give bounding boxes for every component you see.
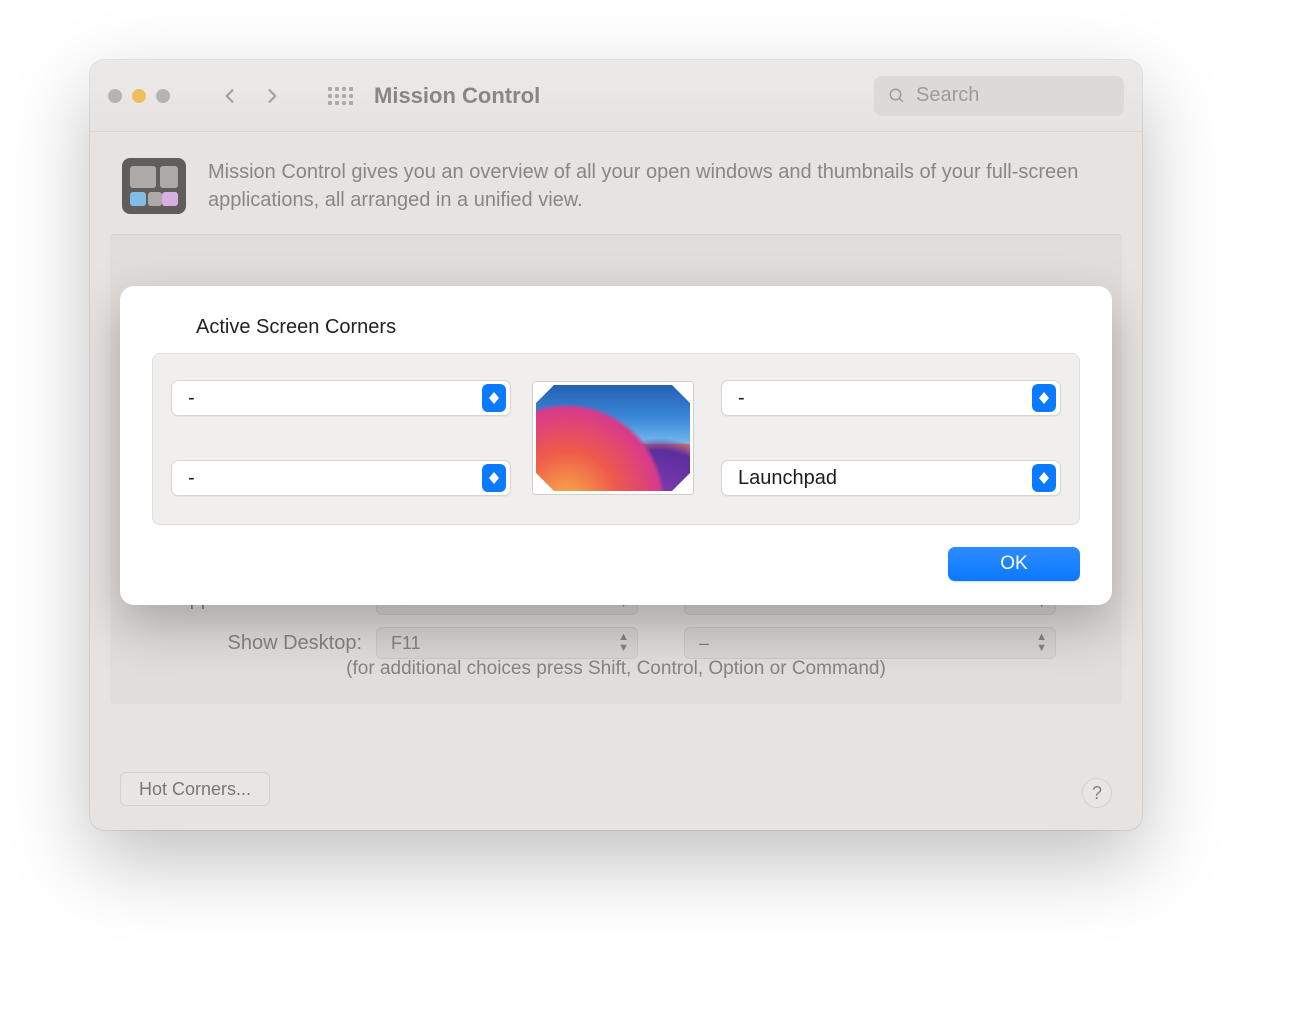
- corner-marker-icon: [672, 473, 690, 491]
- window-title: Mission Control: [374, 83, 540, 109]
- pane-description: Mission Control gives you an overview of…: [208, 158, 1110, 214]
- chevron-updown-icon: [1032, 464, 1056, 492]
- corner-marker-icon: [672, 385, 690, 403]
- search-icon: [888, 87, 906, 105]
- screen-preview: [533, 382, 693, 494]
- chevron-updown-icon: [1032, 384, 1056, 412]
- pane-header: Mission Control gives you an overview of…: [90, 132, 1142, 234]
- corner-marker-icon: [536, 385, 554, 403]
- close-window-button[interactable]: [108, 89, 122, 103]
- search-placeholder: Search: [916, 84, 979, 107]
- shortcut-hint: (for additional choices press Shift, Con…: [110, 658, 1122, 680]
- corner-marker-icon: [536, 473, 554, 491]
- forward-button[interactable]: [258, 82, 286, 110]
- window-controls: [108, 89, 170, 103]
- show-desktop-secondary-select[interactable]: – ▲▼: [684, 627, 1056, 659]
- search-field[interactable]: Search: [874, 76, 1124, 116]
- chevron-updown-icon: ▲▼: [1036, 632, 1047, 654]
- bottom-left-corner-select[interactable]: -: [171, 460, 511, 496]
- chevron-updown-icon: [482, 384, 506, 412]
- mission-control-icon: [122, 158, 186, 214]
- ok-button[interactable]: OK: [948, 547, 1080, 581]
- preferences-window: Mission Control Search Mission Control g…: [90, 60, 1142, 830]
- minimize-window-button[interactable]: [132, 89, 146, 103]
- show-desktop-label: Show Desktop:: [132, 632, 362, 655]
- help-button[interactable]: ?: [1082, 778, 1112, 808]
- show-all-prefs-icon[interactable]: [328, 84, 352, 108]
- chevron-updown-icon: [482, 464, 506, 492]
- corners-grid: - - -: [152, 353, 1080, 525]
- top-left-corner-select[interactable]: -: [171, 380, 511, 416]
- titlebar: Mission Control Search: [90, 60, 1142, 132]
- bottom-right-corner-select[interactable]: Launchpad: [721, 460, 1061, 496]
- show-desktop-key-select[interactable]: F11 ▲▼: [376, 627, 638, 659]
- hot-corners-sheet: Active Screen Corners - -: [120, 286, 1112, 605]
- hot-corners-button[interactable]: Hot Corners...: [120, 772, 270, 806]
- chevron-updown-icon: ▲▼: [618, 632, 629, 654]
- zoom-window-button[interactable]: [156, 89, 170, 103]
- back-button[interactable]: [216, 82, 244, 110]
- sheet-title: Active Screen Corners: [196, 316, 1080, 339]
- top-right-corner-select[interactable]: -: [721, 380, 1061, 416]
